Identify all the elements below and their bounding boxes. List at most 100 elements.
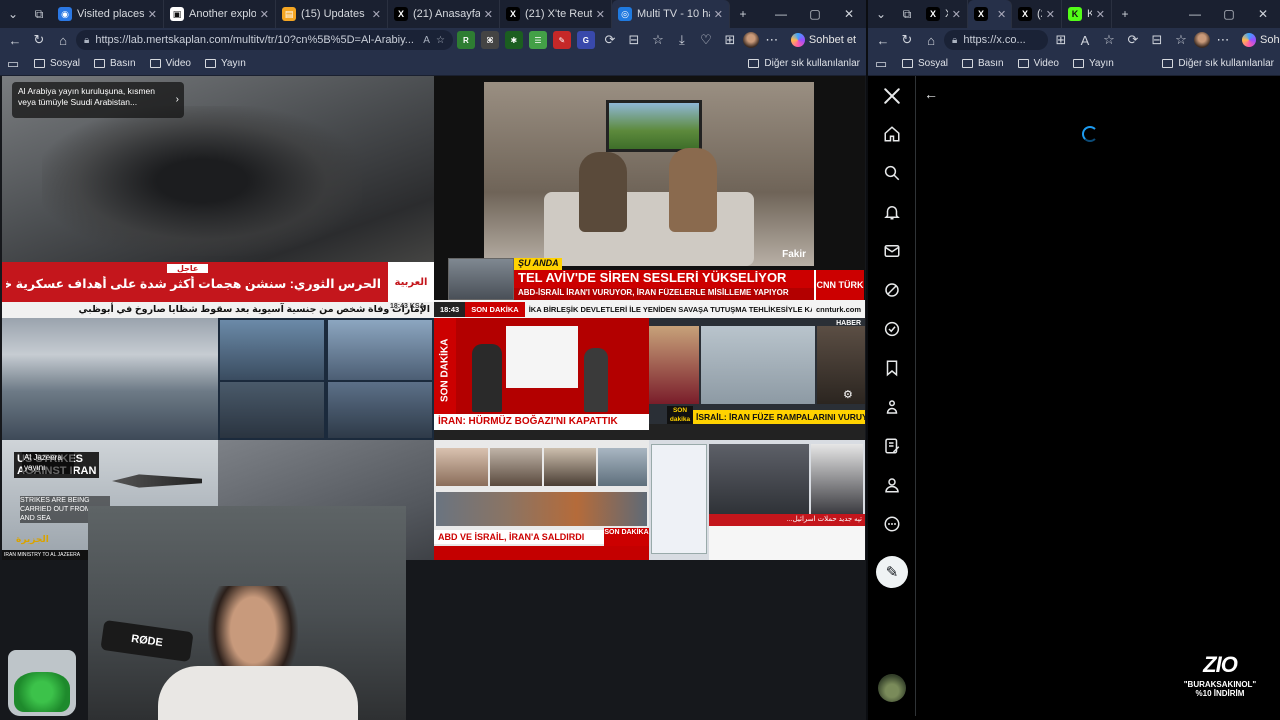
new-tab-button[interactable]: + <box>730 0 756 28</box>
split-screen-icon[interactable]: ⊟ <box>623 29 645 51</box>
apps-icon[interactable]: ⊞ <box>1050 29 1072 51</box>
bookmark-folder[interactable]: Yayın <box>205 58 246 69</box>
split-screen-icon[interactable]: ⊟ <box>1146 29 1168 51</box>
other-favorites-folder[interactable]: Diğer sık kullanılanlar <box>1162 58 1274 69</box>
extensions-icon[interactable]: ⟳ <box>1122 29 1144 51</box>
articles-icon[interactable] <box>880 434 904 458</box>
settings-gear-icon[interactable]: ⚙ <box>843 388 853 401</box>
downloads-icon[interactable]: ⤓ <box>671 29 693 51</box>
read-aloud-icon[interactable]: A <box>1074 29 1096 51</box>
site-info-icon[interactable]: 🔒︎ <box>84 35 89 46</box>
close-tab-icon[interactable]: ✕ <box>372 8 381 21</box>
stream-city-view[interactable] <box>2 318 218 440</box>
grok-icon[interactable] <box>880 278 904 302</box>
communities-icon[interactable] <box>880 395 904 419</box>
stream-alarabiya[interactable]: Al Arabiya yayın kuruluşuna, kısmen veya… <box>2 76 434 318</box>
tab-right-1[interactable]: XX✕ <box>968 0 1012 28</box>
tab-left-2[interactable]: ▤ (15) Updates US, Isra ✕ <box>276 0 388 28</box>
favorite-star-icon[interactable]: ☆ <box>1098 29 1120 51</box>
profile-icon[interactable] <box>880 473 904 497</box>
post-button[interactable]: ✎ <box>876 556 908 588</box>
bookmark-folder[interactable]: Basın <box>94 58 136 69</box>
stream-sondakika[interactable]: SON DAKİKA İRAN: HÜRMÜZ BOĞAZI'NI KAPATT… <box>434 318 649 440</box>
stream-cnnturk[interactable]: Fakir ŞU ANDA TEL AVİV'DE SİREN SESLERİ … <box>434 76 865 318</box>
favorites-icon[interactable]: ☆ <box>647 29 669 51</box>
tab-right-2[interactable]: X (21) X ✕ <box>1012 0 1062 28</box>
address-bar[interactable]: 🔒︎ https://x.co... <box>944 30 1048 50</box>
tab-left-0[interactable]: ◉ Visited places map e ✕ <box>52 0 164 28</box>
reading-list-icon[interactable]: ▭ <box>874 53 888 75</box>
read-aloud-icon[interactable]: A <box>423 35 430 46</box>
extensions-icon[interactable]: ⟳ <box>599 29 621 51</box>
close-tab-icon[interactable]: ✕ <box>596 8 605 21</box>
tab-left-1[interactable]: ▣ Another explosion se ✕ <box>164 0 276 28</box>
copilot-button[interactable]: Sohbet et <box>785 33 862 47</box>
more-menu-icon[interactable]: ⋯ <box>1212 29 1234 51</box>
minimize-icon[interactable]: — <box>764 7 798 21</box>
maximize-icon[interactable]: ▢ <box>1212 7 1246 21</box>
bookmark-folder[interactable]: Sosyal <box>34 58 80 69</box>
back-icon[interactable]: ← <box>4 29 26 51</box>
workspaces-icon[interactable]: ⧉ <box>894 0 920 28</box>
extension-icon[interactable]: R <box>456 31 475 49</box>
home-icon[interactable]: ⌂ <box>52 29 74 51</box>
profile-avatar[interactable] <box>742 32 759 48</box>
tab-right-0[interactable]: X X Kat ✕ <box>920 0 968 28</box>
messages-icon[interactable] <box>880 239 904 263</box>
extension-icon[interactable]: ✱ <box>504 31 523 49</box>
browser-essentials-icon[interactable]: ♡ <box>695 29 717 51</box>
home-icon[interactable] <box>880 122 904 146</box>
close-tab-icon[interactable]: ✕ <box>1096 8 1105 21</box>
back-icon[interactable]: ← <box>872 29 894 51</box>
close-tab-icon[interactable]: ✕ <box>714 8 723 21</box>
stream-info-overlay[interactable]: Al Jazeera yayını <box>22 452 74 474</box>
stream-iranintl[interactable]: تپه جدید حملات اسرائیل... <box>649 440 865 560</box>
close-tab-icon[interactable]: ✕ <box>952 8 961 21</box>
stream-tgrt[interactable]: ABD VE İSRAİL, İRAN'A SALDIRDI SON DAKİK… <box>434 440 649 560</box>
address-bar[interactable]: 🔒︎ https://lab.mertskaplan.com/multitv/t… <box>76 30 453 50</box>
tab-right-3[interactable]: K KickPi ✕ <box>1062 0 1112 28</box>
copilot-button[interactable]: Sohbet et <box>1236 33 1280 47</box>
other-favorites-folder[interactable]: Diğer sık kullanılanlar <box>748 58 860 69</box>
premium-icon[interactable] <box>880 317 904 341</box>
stream-info-overlay[interactable]: Al Arabiya yayın kuruluşuna, kısmen veya… <box>12 82 184 118</box>
more-menu-icon[interactable]: ⋯ <box>761 29 783 51</box>
close-window-icon[interactable]: ✕ <box>1246 7 1280 21</box>
account-avatar[interactable] <box>878 674 906 702</box>
search-icon[interactable] <box>880 161 904 185</box>
tab-actions-icon[interactable]: ⌄ <box>0 0 26 28</box>
reading-list-icon[interactable]: ▭ <box>6 53 20 75</box>
tab-actions-icon[interactable]: ⌄ <box>868 0 894 28</box>
extension-icon[interactable]: G <box>576 31 595 49</box>
stream-multi-cam[interactable] <box>218 318 434 440</box>
new-tab-button[interactable]: + <box>1112 0 1138 28</box>
bookmark-folder[interactable]: Basın <box>962 58 1004 69</box>
extension-icon[interactable]: ⌘ <box>480 31 499 49</box>
x-logo-icon[interactable] <box>880 84 904 108</box>
stream-haber[interactable]: HABER ⚙ SON dakika İSRAİL: İRAN FÜZE RAM… <box>649 318 865 440</box>
profile-avatar[interactable] <box>1194 32 1210 48</box>
close-tab-icon[interactable]: ✕ <box>260 8 269 21</box>
refresh-icon[interactable]: ↻ <box>28 29 50 51</box>
close-window-icon[interactable]: ✕ <box>832 7 866 21</box>
bookmark-folder[interactable]: Video <box>1017 58 1059 69</box>
bookmarks-icon[interactable] <box>880 356 904 380</box>
back-arrow-icon[interactable]: ← <box>924 86 938 102</box>
collections-icon[interactable]: ⊞ <box>719 29 741 51</box>
site-info-icon[interactable]: 🔒︎ <box>952 35 957 46</box>
favorites-icon[interactable]: ☆ <box>1170 29 1192 51</box>
refresh-icon[interactable]: ↻ <box>896 29 918 51</box>
close-tab-icon[interactable]: ✕ <box>148 8 157 21</box>
bookmark-folder[interactable]: Video <box>149 58 191 69</box>
workspaces-icon[interactable]: ⧉ <box>26 0 52 28</box>
favorite-star-icon[interactable]: ☆ <box>436 35 445 46</box>
minimize-icon[interactable]: — <box>1178 7 1212 21</box>
extension-icon[interactable]: ✎ <box>552 31 571 49</box>
bookmark-folder[interactable]: Sosyal <box>902 58 948 69</box>
more-icon[interactable] <box>880 512 904 536</box>
home-icon[interactable]: ⌂ <box>920 29 942 51</box>
bookmark-folder[interactable]: Yayın <box>1073 58 1114 69</box>
tab-left-3[interactable]: X (21) Anasayfa / X ✕ <box>388 0 500 28</box>
close-tab-icon[interactable]: ✕ <box>997 8 1006 21</box>
notifications-icon[interactable] <box>880 200 904 224</box>
